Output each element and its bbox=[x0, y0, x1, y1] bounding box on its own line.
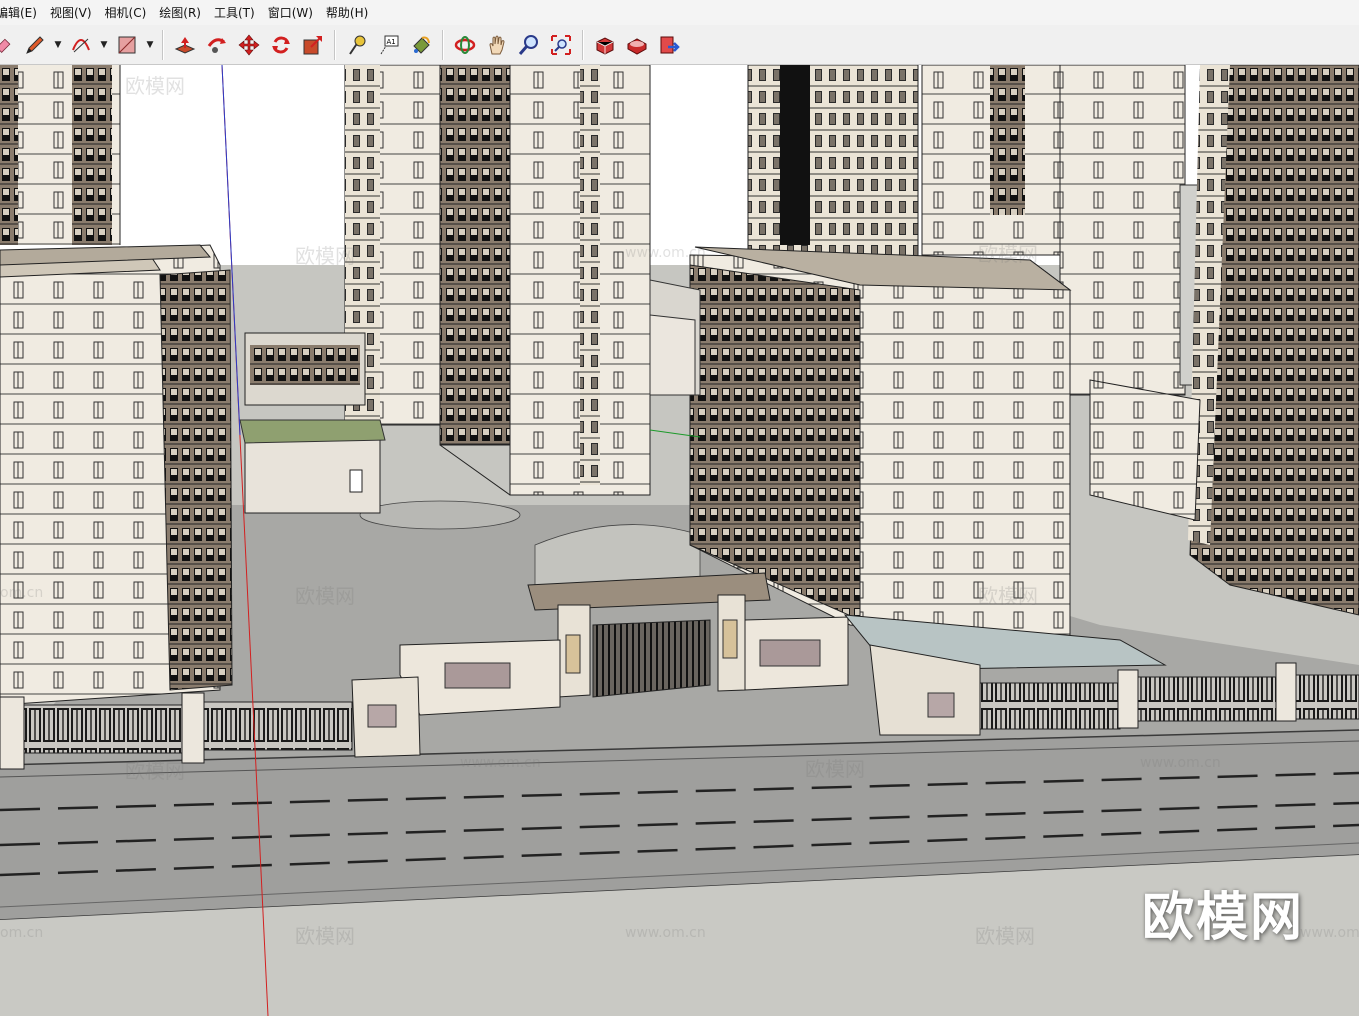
watermark: 欧模网 bbox=[295, 924, 355, 948]
push-pull-icon[interactable] bbox=[170, 30, 200, 60]
rectangle-icon[interactable] bbox=[112, 30, 142, 60]
watermark-site: www.om.cn bbox=[1300, 925, 1359, 941]
rectangle-dropdown-icon[interactable]: ▼ bbox=[144, 30, 156, 60]
menu-help[interactable]: 帮助(H) bbox=[326, 4, 376, 21]
export-icon[interactable] bbox=[654, 30, 684, 60]
watermark: 欧模网 bbox=[975, 924, 1035, 948]
toolbar-separator bbox=[442, 29, 444, 60]
watermark: 欧模网 bbox=[125, 759, 185, 783]
watermark: 欧模网 bbox=[805, 757, 865, 781]
watermark: 欧模网 bbox=[295, 584, 355, 608]
warehouse-icon[interactable] bbox=[622, 30, 652, 60]
pan-icon[interactable] bbox=[482, 30, 512, 60]
watermark-site: www.om.cn bbox=[625, 245, 706, 261]
watermark-site: om.cn bbox=[0, 585, 44, 601]
zoom-icon[interactable] bbox=[514, 30, 544, 60]
pencil-dropdown-icon[interactable]: ▼ bbox=[52, 30, 64, 60]
watermark-site: www.om.cn bbox=[1140, 755, 1221, 771]
text-icon[interactable]: A1 bbox=[374, 30, 404, 60]
scene-drawing bbox=[0, 65, 1359, 1016]
menu-window[interactable]: 窗口(W) bbox=[268, 4, 321, 21]
move-icon[interactable] bbox=[234, 30, 264, 60]
eraser-icon[interactable] bbox=[0, 30, 18, 60]
arc-icon[interactable] bbox=[66, 30, 96, 60]
paint-bucket-icon[interactable] bbox=[406, 30, 436, 60]
toolbar-separator bbox=[582, 29, 584, 60]
toolbar: ▼ ▼ ▼ A1 bbox=[0, 25, 1359, 65]
pencil-icon[interactable] bbox=[20, 30, 50, 60]
zoom-extents-icon[interactable] bbox=[546, 30, 576, 60]
text-tool-label: A1 bbox=[387, 38, 396, 46]
watermark: 欧模网 bbox=[295, 244, 355, 268]
watermark-site: www.om.cn bbox=[625, 925, 706, 941]
component-icon[interactable] bbox=[590, 30, 620, 60]
menu-edit[interactable]: 编辑(E) bbox=[0, 4, 45, 21]
watermark: 欧模网 bbox=[978, 242, 1038, 266]
toolbar-separator bbox=[334, 29, 336, 60]
arc-dropdown-icon[interactable]: ▼ bbox=[98, 30, 110, 60]
menu-view[interactable]: 视图(V) bbox=[50, 4, 100, 21]
scale-icon[interactable] bbox=[298, 30, 328, 60]
menu-camera[interactable]: 相机(C) bbox=[105, 4, 155, 21]
menu-draw[interactable]: 绘图(R) bbox=[159, 4, 209, 21]
watermark: 欧模网 bbox=[978, 584, 1038, 608]
brand-watermark: 欧模网 bbox=[1142, 888, 1305, 948]
watermark-site: om.cn bbox=[0, 925, 44, 941]
model-viewport[interactable]: 欧模网 欧模网 欧模网 欧模网 欧模网 欧模网 欧模网 欧模网 欧模网 www.… bbox=[0, 65, 1359, 1016]
watermark: 欧模网 bbox=[125, 74, 185, 98]
menu-bar: 编辑(E) 视图(V) 相机(C) 绘图(R) 工具(T) 窗口(W) 帮助(H… bbox=[0, 0, 1359, 26]
rotate-icon[interactable] bbox=[266, 30, 296, 60]
toolbar-separator bbox=[162, 29, 164, 60]
tape-measure-icon[interactable] bbox=[342, 30, 372, 60]
follow-me-icon[interactable] bbox=[202, 30, 232, 60]
menu-tools[interactable]: 工具(T) bbox=[214, 4, 263, 21]
orbit-icon[interactable] bbox=[450, 30, 480, 60]
watermark-site: www.om.cn bbox=[460, 755, 541, 771]
